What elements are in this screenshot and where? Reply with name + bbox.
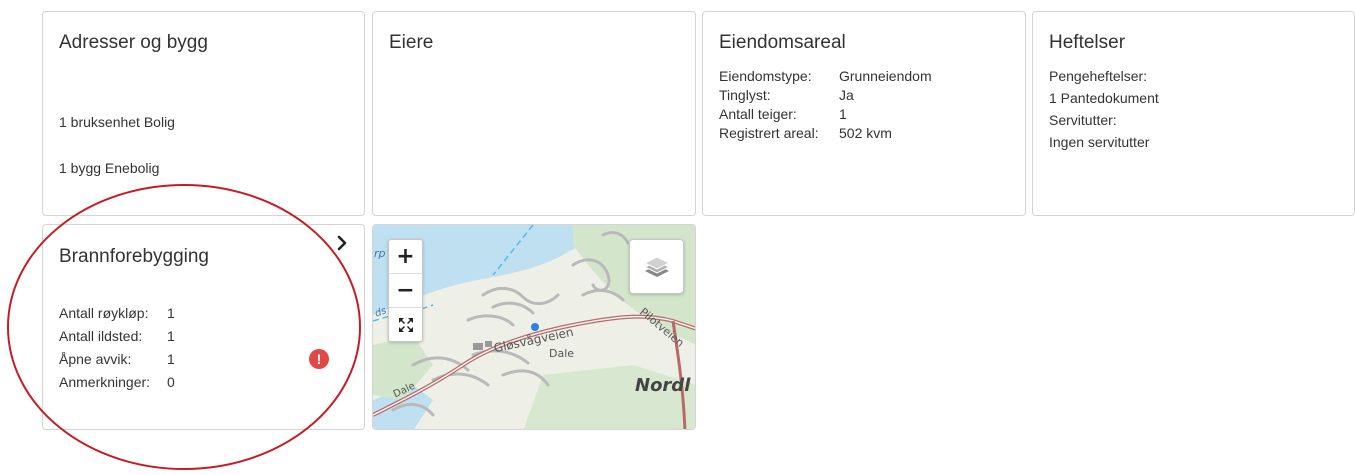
card-adresser-og-bygg[interactable]: Adresser og bygg 1 bruksenhet Bolig 1 by… xyxy=(42,11,365,216)
heftelse-line: Servitutter: xyxy=(1049,112,1117,128)
field-value: 0 xyxy=(167,374,175,390)
field-label: Antall røykløp: xyxy=(59,305,149,321)
chevron-right-icon[interactable] xyxy=(334,235,350,251)
map-region-label: Nordl xyxy=(635,375,691,396)
field-label: Antall ildsted: xyxy=(59,328,143,344)
location-marker-icon xyxy=(531,323,539,331)
field-value: 1 xyxy=(167,351,175,367)
fullscreen-icon xyxy=(398,317,413,332)
field-label: Antall teiger: xyxy=(719,106,797,122)
field-value: Ja xyxy=(839,87,854,103)
field-label: Tinglyst: xyxy=(719,87,771,103)
card-title: Eiendomsareal xyxy=(719,32,846,53)
brann-details: Antall røykløp: 1 Antall ildsted: 1 Åpne… xyxy=(59,305,175,391)
bygg-text: 1 bygg Enebolig xyxy=(59,160,160,176)
field-label: Registrert areal: xyxy=(719,125,819,141)
field-value: Grunneiendom xyxy=(839,68,932,84)
card-title: Brannforebygging xyxy=(59,246,209,267)
exclamation-icon: ! xyxy=(309,349,329,369)
field-label: Åpne avvik: xyxy=(59,351,132,367)
card-title: Eiere xyxy=(389,32,434,53)
heftelse-line: Ingen servitutter xyxy=(1049,134,1150,150)
heftelse-line: 1 Pantedokument xyxy=(1049,90,1159,106)
card-title: Heftelser xyxy=(1049,32,1126,53)
card-eiendomsareal[interactable]: Eiendomsareal Eiendomstype: Grunneiendom… xyxy=(702,11,1026,216)
card-title: Adresser og bygg xyxy=(59,32,208,53)
field-value: 1 xyxy=(167,328,175,344)
map-card[interactable]: Gløsvågveien Pilotveien Dale Dale Nordl … xyxy=(372,224,696,430)
zoom-in-button[interactable]: + xyxy=(389,240,422,274)
fullscreen-button[interactable] xyxy=(389,308,422,341)
map-corner-label: rp xyxy=(374,247,386,260)
areal-details: Eiendomstype: Grunneiendom Tinglyst: Ja … xyxy=(719,68,932,142)
field-label: Anmerkninger: xyxy=(59,374,151,390)
card-heftelser[interactable]: Heftelser Pengeheftelser: 1 Pantedokumen… xyxy=(1032,11,1355,216)
field-value: 502 kvm xyxy=(839,125,892,141)
map-zoom-controls: + − xyxy=(388,239,423,342)
card-eiere[interactable]: Eiere xyxy=(372,11,696,216)
bruksenhet-text: 1 bruksenhet Bolig xyxy=(59,114,175,130)
map-place-label: Dale xyxy=(549,347,575,360)
layers-icon xyxy=(643,255,670,277)
heftelse-line: Pengeheftelser: xyxy=(1049,68,1148,84)
field-value: 1 xyxy=(167,305,175,321)
layers-button[interactable] xyxy=(629,239,684,294)
field-value: 1 xyxy=(839,106,847,122)
field-label: Eiendomstype: xyxy=(719,68,812,84)
zoom-out-button[interactable]: − xyxy=(389,274,422,308)
card-brannforebygging[interactable]: Brannforebygging Antall røykløp: 1 Antal… xyxy=(42,224,365,430)
